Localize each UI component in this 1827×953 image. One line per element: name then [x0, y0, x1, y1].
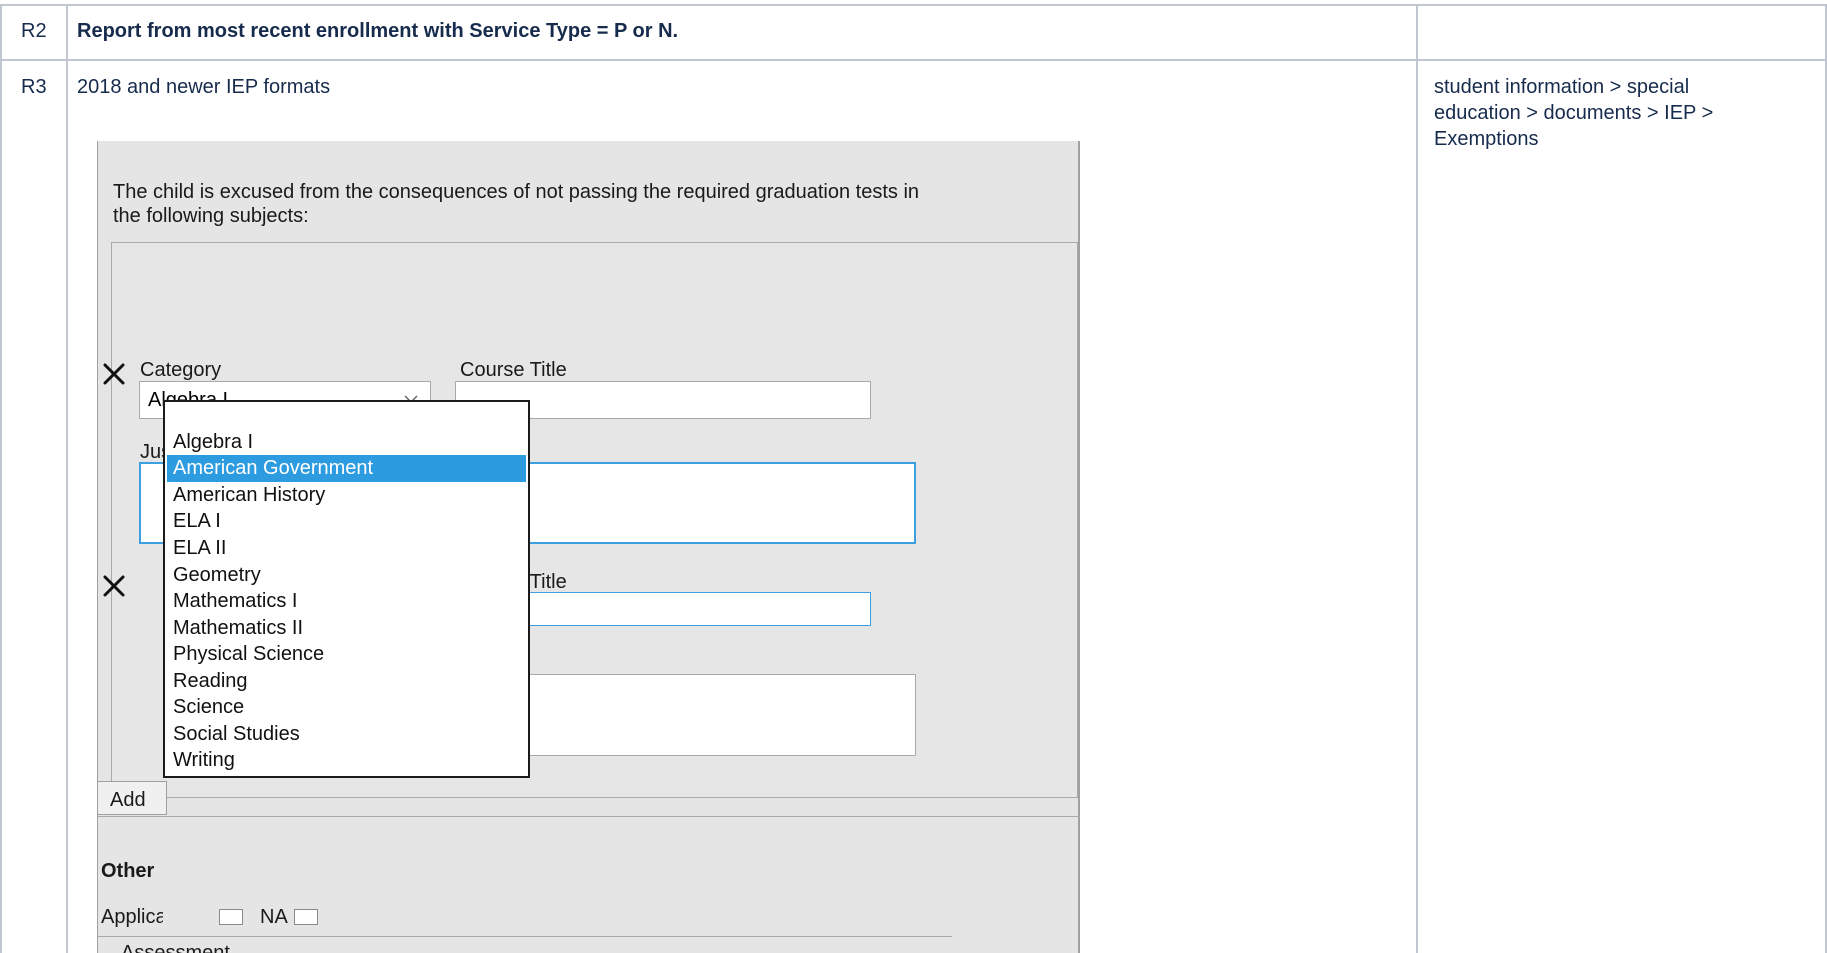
other-label: Other — [101, 860, 155, 882]
remove-exemption-icon[interactable] — [102, 574, 126, 598]
exemption-intro-text: The child is excused from the consequenc… — [113, 181, 920, 227]
dropdown-option[interactable]: Mathematics I — [167, 588, 526, 615]
iep-exemptions-screenshot: The child is excused from the consequenc… — [97, 141, 1080, 953]
dropdown-option[interactable]: ELA I — [167, 508, 526, 535]
dropdown-option[interactable]: Geometry — [167, 562, 526, 589]
table-left-border — [0, 4, 2, 953]
row-id: R3 — [21, 76, 47, 98]
remove-exemption-icon[interactable] — [102, 362, 126, 386]
category-label: Category — [140, 359, 222, 381]
course-title-label: Course Title — [460, 359, 567, 381]
na-checkbox[interactable] — [294, 909, 318, 925]
dropdown-option-selected[interactable]: American Government — [167, 455, 526, 482]
row-id: R2 — [21, 20, 47, 42]
applicable-label: Applicable — [101, 906, 163, 928]
table-top-border — [0, 4, 1827, 6]
navigation-path-line: education > documents > IEP > — [1434, 102, 1714, 124]
add-exemption-button[interactable]: Add — [97, 781, 167, 815]
applicable-checkbox[interactable] — [219, 909, 243, 925]
na-label: NA — [260, 906, 288, 928]
category-dropdown-list[interactable]: Algebra I American Government American H… — [163, 400, 530, 778]
navigation-path-line: Exemptions — [1434, 128, 1539, 150]
row-description: 2018 and newer IEP formats — [77, 76, 331, 98]
column-divider — [1416, 4, 1418, 953]
dropdown-option[interactable]: Reading — [167, 668, 526, 695]
dropdown-option[interactable]: Physical Science — [167, 641, 526, 668]
column-divider — [66, 4, 68, 953]
dropdown-option[interactable]: ELA II — [167, 535, 526, 562]
row-divider — [0, 59, 1827, 61]
row-description: Report from most recent enrollment with … — [77, 20, 679, 42]
dropdown-option[interactable]: American History — [167, 482, 526, 509]
dropdown-option[interactable]: Writing — [167, 747, 526, 774]
dropdown-option[interactable]: Social Studies — [167, 721, 526, 748]
navigation-path-line: student information > special — [1434, 76, 1690, 98]
dropdown-option[interactable]: Science — [167, 694, 526, 721]
assessment-label: Assessment — [121, 942, 230, 953]
dropdown-option[interactable]: Algebra I — [167, 429, 526, 456]
dropdown-option[interactable]: Mathematics II — [167, 615, 526, 642]
